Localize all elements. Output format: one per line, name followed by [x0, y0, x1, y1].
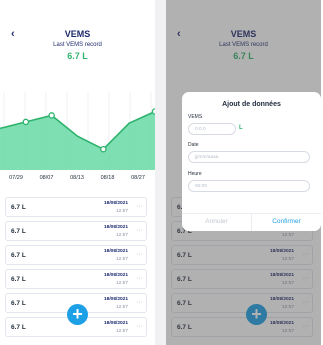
- add-record-button[interactable]: +: [67, 304, 88, 325]
- confirm-button[interactable]: Confirmer: [252, 218, 321, 225]
- list-item[interactable]: 6.7 L 18/08/2021 12:57 ···: [5, 245, 147, 265]
- cancel-button[interactable]: Annuler: [182, 218, 251, 225]
- chart-point[interactable]: [22, 118, 30, 126]
- vems-input[interactable]: 0.0.0: [188, 123, 236, 135]
- time-input[interactable]: 00:00: [188, 180, 310, 192]
- record-date: 18/08/2021: [103, 201, 128, 206]
- record-value: 6.7 L: [11, 228, 26, 235]
- record-time: 12:57: [115, 281, 128, 286]
- last-vems-value: 6.7 L: [67, 51, 88, 61]
- record-time: 12:57: [115, 233, 128, 238]
- chart-point[interactable]: [48, 112, 55, 119]
- add-data-modal: Ajout de données VEMS 0.0.0 L Date jj/mm…: [182, 92, 321, 231]
- record-date: 18/08/2021: [103, 297, 128, 302]
- record-value: 6.7 L: [11, 300, 26, 307]
- vems-screen-with-modal: ‹ VEMS Last VEMS record 6.7 L 6.7 L18/08…: [166, 0, 321, 345]
- more-options-icon[interactable]: ···: [137, 299, 143, 306]
- modal-title: Ajout de données: [222, 101, 281, 108]
- record-time: 12:57: [115, 305, 128, 310]
- x-tick-label: 08/07: [39, 175, 54, 181]
- x-tick-label: 08/18: [100, 175, 115, 181]
- vems-unit-label: L: [239, 125, 243, 131]
- x-tick-label: 08/27: [131, 175, 145, 181]
- record-date: 18/08/2021: [103, 321, 128, 326]
- date-input[interactable]: jj/mm/aaaa: [188, 151, 310, 163]
- x-tick-label: 08/13: [70, 175, 84, 181]
- vems-screen: ‹ VEMS Last VEMS record 6.7 L 07/29 08/07…: [0, 0, 155, 345]
- more-options-icon[interactable]: ···: [137, 227, 143, 234]
- x-tick-label: 07/29: [9, 175, 23, 181]
- page-title: VEMS: [64, 29, 91, 39]
- record-value: 6.7 L: [11, 324, 26, 331]
- chart-point[interactable]: [100, 145, 107, 153]
- record-value: 6.7 L: [11, 204, 26, 211]
- list-item[interactable]: 6.7 L 18/08/2021 12:57 ···: [5, 269, 147, 289]
- time-field-label: Heure: [188, 171, 202, 177]
- date-field-label: Date: [188, 142, 199, 148]
- more-options-icon[interactable]: ···: [137, 275, 143, 282]
- record-value: 6.7 L: [11, 252, 26, 259]
- record-date: 18/08/2021: [103, 273, 128, 278]
- record-value: 6.7 L: [11, 276, 26, 283]
- list-item[interactable]: 6.7 L 18/08/2021 12:57 ···: [5, 221, 147, 241]
- list-item[interactable]: 6.7 L 18/08/2021 12:57 ···: [5, 197, 147, 217]
- more-options-icon[interactable]: ···: [137, 251, 143, 258]
- record-time: 12:57: [115, 257, 128, 262]
- vems-chart: [0, 92, 155, 170]
- record-date: 18/08/2021: [103, 249, 128, 254]
- screen-divider: [155, 0, 166, 345]
- record-time: 12:57: [115, 329, 128, 334]
- more-options-icon[interactable]: ···: [137, 203, 143, 210]
- record-date: 18/08/2021: [103, 225, 128, 230]
- chart-x-axis: 07/29 08/07 08/13 08/18 08/27: [0, 175, 155, 185]
- page-subtitle: Last VEMS record: [53, 42, 102, 48]
- record-time: 12:57: [115, 209, 128, 214]
- plus-icon: +: [72, 304, 83, 324]
- vems-field-label: VEMS: [188, 114, 203, 120]
- more-options-icon[interactable]: ···: [137, 323, 143, 330]
